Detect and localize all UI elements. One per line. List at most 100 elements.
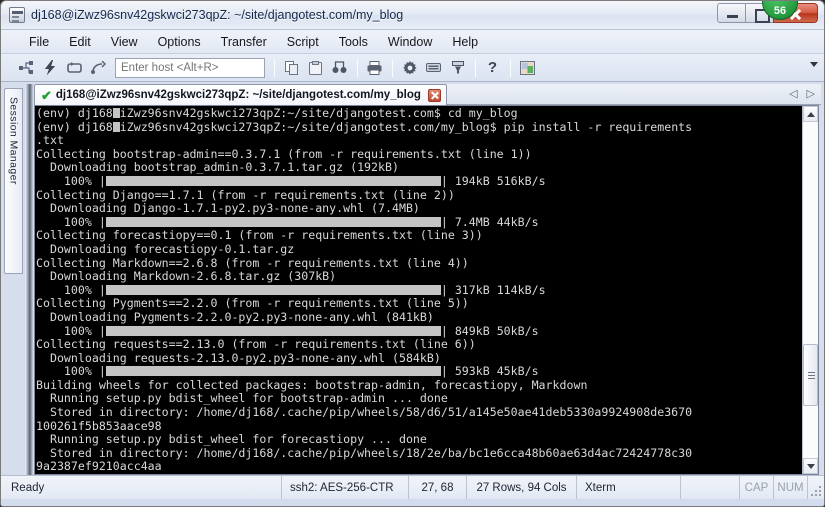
terminal-line: (env) dj168@iZwz96snv42gskwci273qpZ:~/si… xyxy=(36,119,693,134)
scroll-down-button[interactable] xyxy=(803,458,818,474)
connected-check-icon: ✔ xyxy=(41,87,52,103)
progress-bar-fill: @@@@@@@@@@@@@@@@@@@@@@@@@@@@@@@@@@@@@@@@… xyxy=(105,325,441,336)
status-ready: Ready xyxy=(11,481,45,494)
print-icon[interactable] xyxy=(363,57,386,79)
terminal-line: Downloading bootstrap_admin-0.3.7.1.tar.… xyxy=(36,160,399,175)
terminal-line: Stored in directory: /home/dj168/.cache/… xyxy=(36,405,693,420)
progress-bar-fill: @@@@@@@@@@@@@@@@@@@@@@@@@@@@@@@@@@@@@@@@… xyxy=(105,175,441,186)
terminal-scrollbar[interactable] xyxy=(802,106,818,474)
menu-item-edit[interactable]: Edit xyxy=(59,33,101,51)
status-emulation: Xterm xyxy=(577,476,681,499)
keymap-editor-icon[interactable] xyxy=(422,57,445,79)
terminal-line: 100% |@@@@@@@@@@@@@@@@@@@@@@@@@@@@@@@@@@… xyxy=(36,364,539,379)
terminal-line: 100% |@@@@@@@@@@@@@@@@@@@@@@@@@@@@@@@@@@… xyxy=(36,214,539,229)
status-cursor-position: 27, 68 xyxy=(409,476,467,499)
host-input[interactable] xyxy=(115,57,265,78)
terminal-line: 100% |@@@@@@@@@@@@@@@@@@@@@@@@@@@@@@@@@@… xyxy=(36,282,546,297)
toolbar-overflow-chevron-down-icon[interactable] xyxy=(810,62,818,67)
scrollbar-grip-icon xyxy=(808,372,815,379)
terminal-line: Downloading Pygments-2.2.0-py2.py3-none-… xyxy=(36,309,434,324)
progress-bar-fill: @@@@@@@@@@@@@@@@@@@@@@@@@@@@@@@@@@@@@@@@… xyxy=(105,216,441,227)
status-bar: Ready ssh2: AES-256-CTR 27, 68 27 Rows, … xyxy=(1,475,824,499)
close-icon[interactable] xyxy=(427,88,441,102)
status-spacer xyxy=(681,476,740,499)
scrollbar-track[interactable] xyxy=(803,122,818,458)
menu-item-help[interactable]: Help xyxy=(442,33,488,51)
pane-splitter[interactable] xyxy=(25,84,33,475)
quick-connect-icon[interactable] xyxy=(39,57,62,79)
terminal-line: (env) dj168@iZwz96snv42gskwci273qpZ:~/si… xyxy=(36,106,518,120)
find-icon[interactable] xyxy=(328,57,351,79)
disconnect-icon[interactable] xyxy=(87,57,110,79)
session-manager-label: Session Manager xyxy=(7,97,20,185)
tab-navigation: ◁ ▷ xyxy=(789,87,815,100)
main-area: Session Manager ✔ dj168@iZwz96snv42gskwc… xyxy=(1,82,824,475)
terminal-line: 100% |@@@@@@@@@@@@@@@@@@@@@@@@@@@@@@@@@@… xyxy=(36,323,539,338)
filter-icon[interactable] xyxy=(446,57,469,79)
menu-item-transfer[interactable]: Transfer xyxy=(211,33,277,51)
scroll-up-button[interactable] xyxy=(803,106,818,122)
chevron-down-icon xyxy=(806,463,815,469)
terminal-line: Running setup.py bdist_wheel for forecas… xyxy=(36,432,427,447)
terminal-line: 9a2387ef9210acc4aa xyxy=(36,459,162,474)
terminal-line: Downloading Markdown-2.6.8.tar.gz (307kB… xyxy=(36,269,337,284)
toolbar: ? xyxy=(1,54,824,82)
terminal-line: 100% |@@@@@@@@@@@@@@@@@@@@@@@@@@@@@@@@@@… xyxy=(36,173,546,188)
progress-bar-fill: @ xyxy=(112,121,120,132)
terminal-pane: ✔ dj168@iZwz96snv42gskwci273qpZ: ~/site/… xyxy=(34,84,821,475)
menu-item-view[interactable]: View xyxy=(101,33,148,51)
terminal-line: Collecting Markdown==2.6.8 (from -r requ… xyxy=(36,255,469,270)
minimize-button[interactable] xyxy=(717,3,746,23)
menu-item-tools[interactable]: Tools xyxy=(329,33,378,51)
terminal-line: Building wheels for collected packages: … xyxy=(36,377,588,392)
status-num-lock: NUM xyxy=(774,476,808,499)
terminal-output[interactable]: (env) dj168@iZwz96snv42gskwci273qpZ:~/si… xyxy=(35,106,802,474)
terminal-line: Collecting Django==1.7.1 (from -r requir… xyxy=(36,187,455,202)
menu-item-file[interactable]: File xyxy=(19,33,59,51)
copy-icon[interactable] xyxy=(280,57,303,79)
terminal-line: Collecting requests==2.13.0 (from -r req… xyxy=(36,337,476,352)
paste-icon[interactable] xyxy=(304,57,327,79)
toolbar-separator-5 xyxy=(510,58,511,77)
toolbar-separator-2 xyxy=(357,58,358,77)
tab-next-arrow-icon[interactable]: ▷ xyxy=(807,87,815,100)
terminal-line: Running setup.py bdist_wheel for bootstr… xyxy=(36,391,448,406)
terminal-line: .txt xyxy=(36,133,64,148)
securecrt-icon xyxy=(9,7,25,23)
session-tab-strip: ✔ dj168@iZwz96snv42gskwci273qpZ: ~/site/… xyxy=(34,84,821,105)
session-options-icon[interactable] xyxy=(398,57,421,79)
menu-item-script[interactable]: Script xyxy=(277,33,329,51)
screen-capture-icon[interactable] xyxy=(516,57,539,79)
terminal-line: 100261f5b853aace98 xyxy=(36,418,162,433)
terminal-line: Downloading Django-1.7.1-py2.py3-none-an… xyxy=(36,201,420,216)
status-dimensions: 27 Rows, 94 Cols xyxy=(467,476,577,499)
terminal-line: Collecting bootstrap-admin==0.3.7.1 (fro… xyxy=(36,146,532,161)
resize-grip-icon[interactable] xyxy=(808,476,824,499)
session-manager-tab[interactable]: Session Manager xyxy=(4,88,23,274)
session-tab-my-blog[interactable]: ✔ dj168@iZwz96snv42gskwci273qpZ: ~/site/… xyxy=(34,84,447,105)
scrollbar-thumb[interactable] xyxy=(803,344,818,406)
menu-item-window[interactable]: Window xyxy=(378,33,442,51)
toolbar-separator-3 xyxy=(392,58,393,77)
window-title: dj168@iZwz96snv42gskwci273qpZ: ~/site/dj… xyxy=(31,8,404,22)
chevron-up-icon xyxy=(806,111,815,117)
terminal-line: Collecting forecastiopy==0.1 (from -r re… xyxy=(36,228,483,243)
terminal-line: Collecting Pygments==2.2.0 (from -r requ… xyxy=(36,296,469,311)
menu-bar: File Edit View Options Transfer Script T… xyxy=(1,30,824,54)
title-bar: dj168@iZwz96snv42gskwci273qpZ: ~/site/dj… xyxy=(1,1,824,30)
terminal-line: Downloading forecastiopy-0.1.tar.gz xyxy=(36,241,295,256)
toolbar-separator xyxy=(274,58,275,77)
status-encryption: ssh2: AES-256-CTR xyxy=(281,476,409,499)
terminal-line: Downloading requests-2.13.0-py2.py3-none… xyxy=(36,350,441,365)
progress-bar-fill: @ xyxy=(112,108,120,118)
progress-bar-fill: @@@@@@@@@@@@@@@@@@@@@@@@@@@@@@@@@@@@@@@@… xyxy=(105,366,441,377)
help-icon[interactable]: ? xyxy=(481,57,504,79)
status-caps-lock: CAP xyxy=(740,476,774,499)
terminal-line: Stored in directory: /home/dj168/.cache/… xyxy=(36,445,693,460)
menu-item-options[interactable]: Options xyxy=(148,33,211,51)
tab-prev-arrow-icon[interactable]: ◁ xyxy=(789,87,797,100)
session-tab-label: dj168@iZwz96snv42gskwci273qpZ: ~/site/dj… xyxy=(55,89,421,101)
new-session-icon[interactable] xyxy=(15,57,38,79)
reconnect-icon[interactable] xyxy=(63,57,86,79)
securecrt-window: dj168@iZwz96snv42gskwci273qpZ: ~/site/dj… xyxy=(0,0,825,507)
